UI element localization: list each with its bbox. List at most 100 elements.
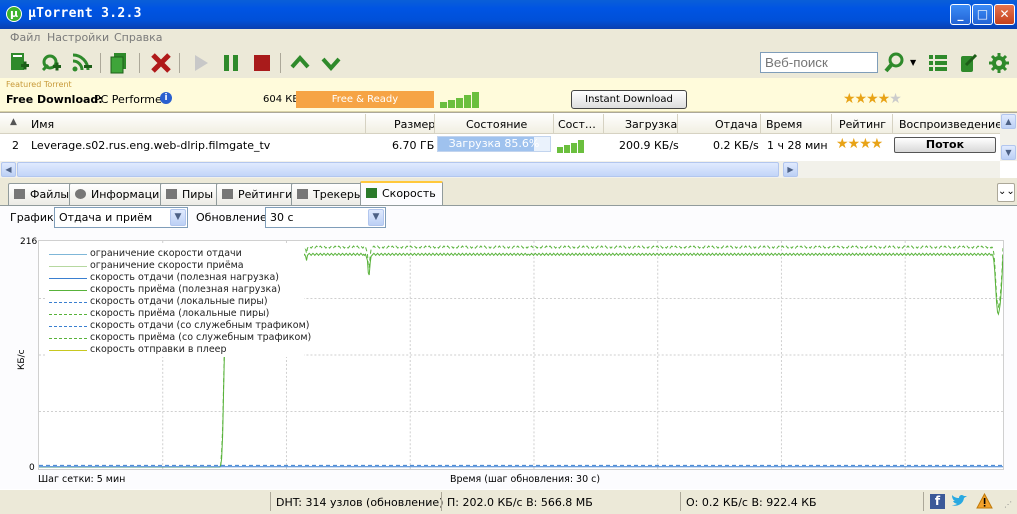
menu-file[interactable]: Файл xyxy=(10,31,40,44)
scroll-up-icon[interactable]: ▲ xyxy=(1001,114,1016,129)
create-torrent-icon[interactable] xyxy=(109,52,131,74)
sort-indicator-icon[interactable]: ▲ xyxy=(10,117,17,127)
progress-bar[interactable]: Загрузка 85.6% xyxy=(437,136,551,152)
toolbar-separator xyxy=(179,53,180,73)
torrent-size[interactable]: 6.70 ГБ xyxy=(392,139,434,152)
remote-icon[interactable] xyxy=(958,52,980,74)
ratings-icon xyxy=(222,189,233,199)
col-upload[interactable]: Отдача xyxy=(715,118,758,131)
legend-swatch xyxy=(49,338,87,339)
y-axis-label: КБ/с xyxy=(17,349,27,370)
title-bar xyxy=(0,0,1017,29)
start-icon[interactable] xyxy=(190,52,212,74)
scroll-down-icon[interactable]: ▼ xyxy=(1001,145,1016,160)
legend-item: скорость отдачи (локальные пиры) xyxy=(90,296,268,307)
col-health[interactable]: Сост… xyxy=(558,118,596,131)
col-name[interactable]: Имя xyxy=(31,118,54,131)
maximize-button[interactable]: □ xyxy=(972,4,993,25)
col-separator[interactable] xyxy=(760,114,761,133)
col-separator[interactable] xyxy=(365,114,366,133)
graph-select[interactable]: Отдача и приём ▼ xyxy=(54,207,188,228)
status-upload[interactable]: О: 0.2 КБ/с В: 922.4 КБ xyxy=(686,496,817,509)
update-select[interactable]: 30 с ▼ xyxy=(265,207,386,228)
scroll-left-icon[interactable]: ◀ xyxy=(1,162,16,177)
legend-swatch xyxy=(49,290,87,291)
col-time[interactable]: Время xyxy=(766,118,802,131)
info-icon[interactable]: i xyxy=(160,92,172,104)
col-rating[interactable]: Рейтинг xyxy=(839,118,886,131)
col-separator[interactable] xyxy=(831,114,832,133)
col-separator[interactable] xyxy=(553,114,554,133)
torrent-download-speed[interactable]: 200.9 КБ/s xyxy=(619,139,679,152)
files-icon xyxy=(14,189,25,199)
tab-info[interactable]: Информация xyxy=(69,183,173,205)
status-dht[interactable]: DHT: 314 узлов (обновление) xyxy=(276,496,443,509)
stop-icon[interactable] xyxy=(251,52,273,74)
legend-swatch xyxy=(49,314,87,315)
utorrent-logo-icon: µ xyxy=(6,6,22,22)
featured-name[interactable]: PC Performer xyxy=(94,93,166,106)
web-search-input[interactable] xyxy=(760,52,878,73)
col-size[interactable]: Размер xyxy=(394,118,435,131)
free-download-label: Free Download: xyxy=(6,93,103,106)
twitter-icon[interactable] xyxy=(951,494,968,509)
status-separator xyxy=(441,492,442,511)
toolbar-separator xyxy=(139,53,140,73)
close-button[interactable]: ✕ xyxy=(994,4,1015,25)
col-separator[interactable] xyxy=(603,114,604,133)
torrent-rating[interactable]: ★★★★ xyxy=(836,136,883,152)
list-view-icon[interactable] xyxy=(927,52,949,74)
torrent-upload-speed[interactable]: 0.2 КБ/s xyxy=(713,139,759,152)
tab-ratings[interactable]: Рейтинги xyxy=(216,183,300,205)
toolbar-separator xyxy=(100,53,101,73)
legend-item: скорость приёма (локальные пиры) xyxy=(90,308,270,319)
tab-files[interactable]: Файлы xyxy=(8,183,77,205)
settings-icon[interactable] xyxy=(988,52,1010,74)
search-dropdown-icon[interactable]: ▼ xyxy=(910,58,916,67)
tab-peers[interactable]: Пиры xyxy=(160,183,221,205)
resize-grip-icon[interactable]: ⋰ xyxy=(1004,500,1012,509)
col-status[interactable]: Состояние xyxy=(466,118,527,131)
chevron-down-icon[interactable]: ▼ xyxy=(368,209,384,226)
col-playback[interactable]: Воспроизведение xyxy=(899,118,1002,131)
torrent-num[interactable]: 2 xyxy=(12,139,19,152)
remove-icon[interactable] xyxy=(150,52,172,74)
col-separator[interactable] xyxy=(677,114,678,133)
legend-item: скорость отдачи (полезная нагрузка) xyxy=(90,272,279,283)
legend-swatch xyxy=(49,266,87,267)
instant-download-button[interactable]: Instant Download xyxy=(571,90,687,109)
facebook-icon[interactable]: f xyxy=(930,494,945,509)
featured-rating: ★★★★★ xyxy=(843,91,902,107)
update-label: Обновление: xyxy=(196,211,271,224)
chevron-down-icon[interactable]: ▼ xyxy=(170,209,186,226)
featured-label: Featured Torrent xyxy=(6,80,72,89)
move-down-icon[interactable] xyxy=(320,52,342,74)
scroll-thumb[interactable] xyxy=(17,162,779,177)
collapse-panel-button[interactable]: ⌄⌄ xyxy=(997,183,1015,202)
add-from-url-icon[interactable] xyxy=(40,52,62,74)
legend-item: скорость отдачи (со служебным трафиком) xyxy=(90,320,310,331)
menu-help[interactable]: Справка xyxy=(114,31,162,44)
col-download[interactable]: Загрузка xyxy=(625,118,677,131)
tab-speed[interactable]: Скорость xyxy=(360,181,443,206)
legend-swatch xyxy=(49,278,87,279)
progress-text: Загрузка 85.6% xyxy=(448,137,540,150)
search-icon[interactable] xyxy=(884,52,906,74)
warning-icon[interactable] xyxy=(976,493,993,509)
move-up-icon[interactable] xyxy=(289,52,311,74)
add-rss-icon[interactable] xyxy=(71,52,93,74)
pause-icon[interactable] xyxy=(220,52,242,74)
tab-trackers[interactable]: Трекеры xyxy=(291,183,370,205)
torrent-time[interactable]: 1 ч 28 мин xyxy=(767,139,828,152)
status-separator xyxy=(270,492,271,511)
torrent-name[interactable]: Leverage.s02.rus.eng.web-dlrip.filmgate_… xyxy=(31,139,270,152)
status-separator xyxy=(923,492,924,511)
col-separator[interactable] xyxy=(892,114,893,133)
col-separator[interactable] xyxy=(434,114,435,133)
scroll-right-icon[interactable]: ▶ xyxy=(783,162,798,177)
status-download[interactable]: П: 202.0 КБ/с В: 566.8 МБ xyxy=(447,496,593,509)
minimize-button[interactable]: _ xyxy=(950,4,971,25)
add-torrent-icon[interactable] xyxy=(9,52,31,74)
menu-settings[interactable]: Настройки xyxy=(47,31,109,44)
stream-button[interactable]: Поток xyxy=(894,137,996,153)
